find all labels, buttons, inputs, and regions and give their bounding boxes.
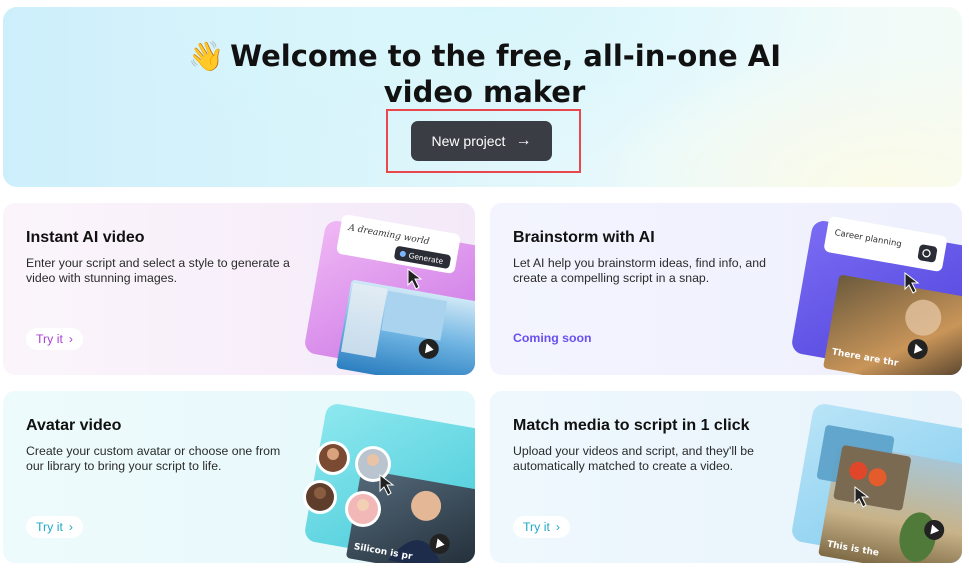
card-description: Let AI help you brainstorm ideas, find i… (513, 256, 766, 285)
coming-soon-label: Coming soon (513, 331, 592, 345)
new-project-button[interactable]: New project → (411, 121, 552, 161)
chevron-right-icon: › (68, 332, 73, 346)
try-it-button[interactable]: Try it › (26, 328, 83, 350)
hero-title-line1: Welcome to the free, all-in-one AI (230, 39, 781, 73)
try-it-button[interactable]: Try it › (513, 516, 570, 538)
card-title: Instant AI video (26, 229, 145, 246)
card-instant-ai-video[interactable]: Instant AI video Enter your script and s… (3, 203, 475, 375)
chevron-right-icon: › (555, 520, 560, 534)
new-project-label: New project (431, 133, 506, 149)
page-root: 👋 Welcome to the free, all-in-one AI vide… (0, 0, 969, 569)
card-brainstorm-with-ai[interactable]: Brainstorm with AI Let AI help you brain… (490, 203, 962, 375)
avatar-video-illustration: Silicon is pr (303, 404, 475, 563)
try-it-label: Try it (523, 520, 550, 534)
card-match-media[interactable]: Match media to script in 1 click Upload … (490, 391, 962, 563)
arrow-right-icon: → (515, 132, 532, 149)
hero-title-line2: video maker (383, 75, 586, 109)
chevron-right-icon: › (68, 520, 73, 534)
card-title: Avatar video (26, 417, 122, 434)
card-avatar-video[interactable]: Avatar video Create your custom avatar o… (3, 391, 475, 563)
waving-hand-icon: 👋 (188, 39, 225, 73)
hero-title: 👋 Welcome to the free, all-in-one AI vide… (3, 38, 966, 110)
card-description: Enter your script and select a style to … (26, 256, 290, 285)
card-description: Create your custom avatar or choose one … (26, 444, 281, 473)
card-title: Match media to script in 1 click (513, 417, 750, 434)
try-it-button[interactable]: Try it › (26, 516, 83, 538)
card-title: Brainstorm with AI (513, 229, 655, 246)
match-media-illustration: This is the (792, 404, 962, 563)
instant-ai-video-illustration: A dreaming world Generate (305, 214, 475, 375)
brainstorm-illustration: There are thr Career planning (792, 216, 962, 375)
try-it-label: Try it (36, 332, 63, 346)
try-it-label: Try it (36, 520, 63, 534)
card-description: Upload your videos and script, and they'… (513, 444, 754, 473)
